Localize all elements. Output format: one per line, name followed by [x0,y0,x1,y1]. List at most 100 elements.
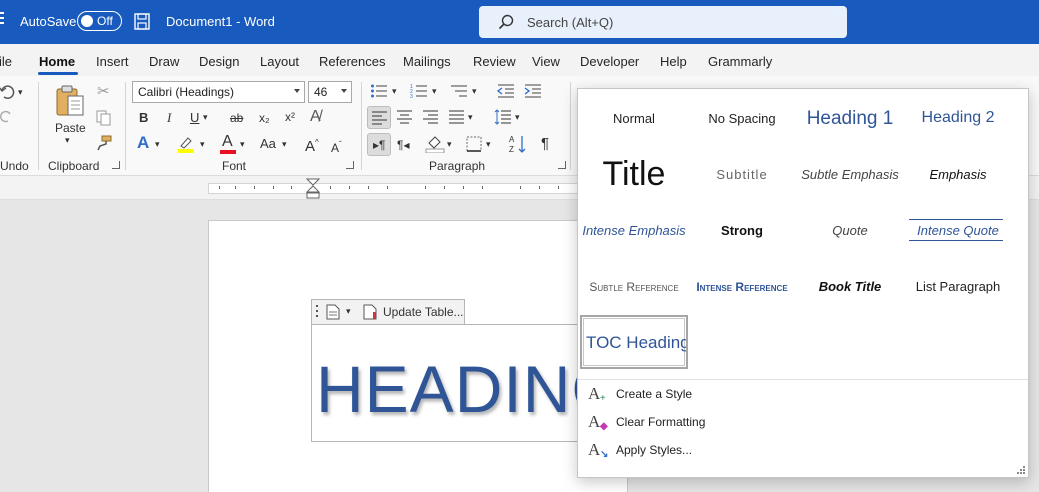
paste-dropdown-icon[interactable]: ▾ [65,135,70,146]
show-formatting-button[interactable]: ¶ [541,136,549,152]
align-center-icon[interactable] [397,110,412,124]
shading-icon[interactable] [425,135,445,153]
align-right-icon[interactable] [423,110,438,124]
style-intense-reference[interactable]: Intense Reference [688,259,796,313]
tab-design[interactable]: Design [199,54,239,69]
rtl-direction-icon[interactable]: ¶◂ [397,137,409,153]
tab-review[interactable]: Review [473,54,516,69]
font-color-dropdown-icon[interactable]: ▾ [240,139,245,150]
style-no-spacing[interactable]: No Spacing [688,91,796,145]
multilevel-list-icon[interactable] [450,83,468,99]
numbering-dropdown-icon[interactable]: ▾ [432,86,437,97]
text-effects-dropdown-icon[interactable]: ▾ [155,139,160,150]
numbering-icon[interactable]: 1 2 3 [410,83,428,99]
paragraph-launcher-icon[interactable] [558,161,566,169]
change-case-dropdown-icon[interactable]: ▾ [282,139,287,150]
tab-file[interactable]: ile [0,54,12,69]
app-menu-icon[interactable] [0,12,6,32]
copy-icon[interactable] [96,110,111,126]
tab-insert[interactable]: Insert [96,54,129,69]
clipboard-launcher-icon[interactable] [112,161,120,169]
undo-icon[interactable] [0,84,16,100]
decrease-indent-icon[interactable] [497,83,515,99]
clear-formatting-menu-item[interactable]: A ◆ Clear Formatting [588,411,888,435]
save-icon[interactable] [134,13,150,30]
grow-font-button[interactable]: A^ [305,135,319,155]
style-subtle-reference[interactable]: Subtle Reference [580,259,688,313]
shading-dropdown-icon[interactable]: ▾ [447,139,452,150]
superscript-button[interactable]: x² [285,109,295,125]
redo-icon[interactable] [0,110,14,124]
underline-dropdown-icon[interactable]: ▾ [203,112,208,123]
style-normal[interactable]: Normal [580,91,688,145]
style-heading-2[interactable]: Heading 2 [904,91,1012,145]
style-strong[interactable]: Strong [688,203,796,257]
tab-developer[interactable]: Developer [580,54,639,69]
autosave-toggle[interactable]: Off [77,11,122,31]
style-toc-heading[interactable]: TOC Heading [580,315,688,369]
align-left-button[interactable] [367,106,391,129]
style-title[interactable]: Title [580,147,688,201]
cut-icon[interactable]: ✂ [97,84,110,100]
clear-all-formatting-button[interactable]: A̸ [310,109,321,125]
update-table-button[interactable]: Update Table... [360,302,465,322]
style-subtle-emphasis[interactable]: Subtle Emphasis [796,147,904,201]
options-dropdown-icon[interactable]: ▾ [346,306,351,317]
resize-grip-icon[interactable] [1017,466,1025,474]
create-style-menu-item[interactable]: A + Create a Style [588,383,888,407]
subscript-button[interactable]: x₂ [259,110,270,126]
borders-dropdown-icon[interactable]: ▾ [486,139,491,150]
paste-icon[interactable] [54,84,86,118]
tab-help[interactable]: Help [660,54,687,69]
increase-indent-icon[interactable] [524,83,542,99]
style-list-paragraph[interactable]: List Paragraph [904,259,1012,313]
style-emphasis[interactable]: Emphasis [904,147,1012,201]
highlight-dropdown-icon[interactable]: ▾ [200,139,205,150]
bold-button[interactable]: B [139,110,148,126]
shrink-font-button[interactable]: Aˇ [331,137,342,156]
style-heading-1[interactable]: Heading 1 [796,91,904,145]
tab-mailings[interactable]: Mailings [403,54,451,69]
font-name-combobox[interactable]: Calibri (Headings) [132,81,305,103]
undo-dropdown-icon[interactable]: ▾ [18,87,23,98]
font-size-combobox[interactable]: 46 [308,81,352,103]
borders-icon[interactable] [466,136,482,152]
tab-home[interactable]: Home [39,54,75,69]
font-color-button[interactable]: A [220,134,238,154]
justify-icon[interactable] [449,110,464,124]
highlight-icon[interactable] [177,135,195,153]
tab-draw[interactable]: Draw [149,54,179,69]
style-quote[interactable]: Quote [796,203,904,257]
underline-button[interactable]: U [190,110,199,126]
bullets-icon[interactable] [370,83,388,99]
tab-references[interactable]: References [319,54,385,69]
toc-content-control[interactable]: HEADING [311,324,581,442]
line-spacing-icon[interactable] [494,109,512,125]
document-options-icon[interactable] [326,304,340,320]
style-book-title[interactable]: Book Title [796,259,904,313]
style-intense-emphasis[interactable]: Intense Emphasis [580,203,688,257]
tab-layout[interactable]: Layout [260,54,299,69]
multilevel-dropdown-icon[interactable]: ▾ [472,86,477,97]
justify-dropdown-icon[interactable]: ▾ [468,112,473,123]
paste-label[interactable]: Paste [55,121,86,135]
search-box[interactable]: Search (Alt+Q) [479,6,847,38]
line-spacing-dropdown-icon[interactable]: ▾ [515,112,520,123]
indent-marker-icon[interactable] [306,178,320,199]
font-launcher-icon[interactable] [346,161,354,169]
change-case-button[interactable]: Aa [260,136,276,152]
italic-button[interactable]: I [167,110,171,126]
apply-styles-menu-item[interactable]: A ↘ Apply Styles... [588,439,888,463]
tab-view[interactable]: View [532,54,560,69]
style-intense-quote[interactable]: Intense Quote [904,203,1012,257]
drag-handle-icon[interactable] [316,305,319,320]
bullets-dropdown-icon[interactable]: ▾ [392,86,397,97]
ltr-direction-button[interactable]: ▸¶ [367,133,391,156]
tab-grammarly[interactable]: Grammarly [708,54,772,69]
style-subtitle[interactable]: Subtitle [688,147,796,201]
text-effects-button[interactable]: A [137,134,149,151]
toc-heading-text[interactable]: HEADING [316,351,580,427]
toc-content-control-header[interactable]: ▾ Update Table... [311,299,465,324]
format-painter-icon[interactable] [96,135,112,151]
sort-icon[interactable]: AZ [509,134,527,154]
